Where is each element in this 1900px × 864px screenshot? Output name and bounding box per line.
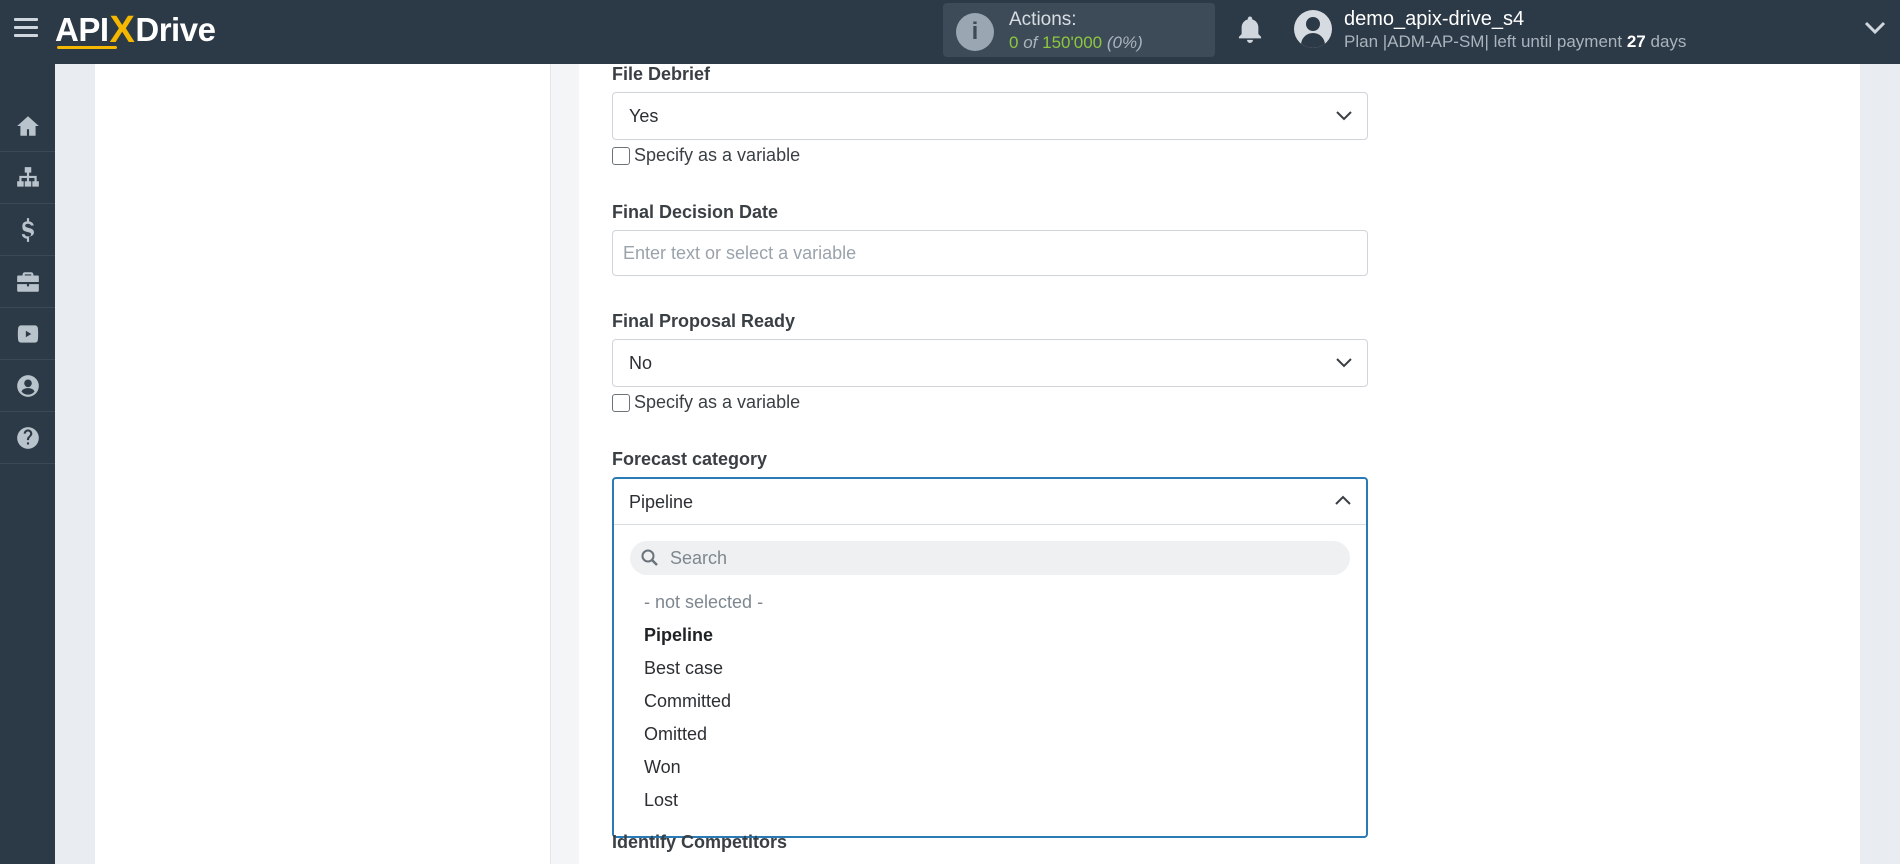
logo-underline [57, 46, 117, 49]
actions-value: 0 of 150'000 (0%) [1009, 33, 1143, 53]
sidebar-item-connections[interactable] [0, 152, 55, 204]
sidebar-item-videos[interactable] [0, 308, 55, 360]
final-proposal-ready-variable-label: Specify as a variable [634, 392, 801, 412]
briefcase-icon [16, 271, 39, 292]
dropdown-search[interactable] [630, 541, 1350, 575]
file-debrief-label: File Debrief [612, 64, 711, 84]
final-decision-date-label: Final Decision Date [612, 202, 779, 222]
actions-of: of [1023, 33, 1038, 52]
identify-competitors-label: Identify Competitors [612, 832, 788, 852]
sidebar-item-help[interactable] [0, 412, 55, 464]
youtube-icon [17, 324, 38, 343]
user-circle-icon [16, 374, 39, 397]
dropdown-option[interactable]: Best case [644, 657, 763, 690]
plan-text: Plan |ADM-AP-SM| left until payment [1344, 32, 1623, 51]
left-panel [95, 64, 551, 864]
chevron-down-icon [1336, 358, 1352, 368]
sitemap-icon [16, 166, 39, 187]
actions-percent: (0%) [1106, 33, 1143, 52]
info-icon: i [956, 13, 994, 51]
actions-counter[interactable]: i Actions: 0 of 150'000 (0%) [943, 3, 1215, 57]
actions-total: 150'000 [1042, 33, 1103, 52]
forecast-category-value: Pipeline [629, 492, 694, 512]
logo-text-left: API [55, 11, 109, 48]
dropdown-option[interactable]: Won [644, 756, 763, 789]
avatar[interactable] [1294, 10, 1332, 48]
sidebar-item-profile[interactable] [0, 360, 55, 412]
final-decision-date-input[interactable] [612, 230, 1368, 276]
final-proposal-ready-select[interactable]: No [612, 339, 1368, 387]
chevron-up-icon [1335, 495, 1351, 505]
actions-label: Actions: [1009, 9, 1077, 30]
menu-icon[interactable] [14, 18, 38, 38]
help-circle-icon [16, 426, 39, 449]
top-bar: API X Drive i Actions: 0 of 150'000 (0%) d… [0, 0, 1900, 64]
dropdown-option[interactable]: Omitted [644, 723, 763, 756]
sidebar-item-projects[interactable] [0, 256, 55, 308]
plan-info: Plan |ADM-AP-SM| left until payment 27 d… [1344, 32, 1686, 52]
forecast-category-select[interactable]: Pipeline [614, 479, 1366, 525]
file-debrief-variable-checkbox[interactable] [612, 146, 630, 165]
logo[interactable]: API X Drive [55, 9, 216, 51]
sidebar-item-home[interactable] [0, 100, 55, 152]
days-unit: days [1650, 32, 1687, 51]
chevron-down-icon [1336, 111, 1352, 121]
final-proposal-ready-variable-checkbox[interactable] [612, 393, 630, 412]
file-debrief-variable-label: Specify as a variable [634, 145, 801, 165]
home-icon [16, 115, 39, 136]
dropdown-option[interactable]: Lost [644, 789, 763, 822]
dropdown-options: - not selected - Pipeline Best case Committ… [644, 591, 763, 822]
dropdown-option[interactable]: Committed [644, 690, 763, 723]
form-gutter [551, 64, 579, 864]
forecast-category-label: Forecast category [612, 449, 768, 469]
actions-used: 0 [1009, 33, 1019, 52]
sidebar-item-billing[interactable] [0, 204, 55, 256]
bell-icon[interactable] [1235, 14, 1265, 46]
sidebar [0, 64, 55, 864]
file-debrief-variable-option[interactable]: Specify as a variable [612, 145, 800, 166]
days-left: 27 [1626, 32, 1646, 51]
user-name[interactable]: demo_apix-drive_s4 [1344, 8, 1524, 31]
final-proposal-ready-variable-option[interactable]: Specify as a variable [612, 392, 800, 413]
final-proposal-ready-value: No [629, 353, 653, 373]
chevron-down-icon[interactable] [1864, 20, 1886, 36]
file-debrief-value: Yes [629, 106, 659, 126]
dollar-icon [21, 217, 34, 242]
final-proposal-ready-label: Final Proposal Ready [612, 311, 796, 331]
dropdown-option[interactable]: Pipeline [644, 624, 763, 657]
search-icon [641, 549, 658, 566]
logo-text-right: Drive [135, 11, 216, 48]
dropdown-option[interactable]: - not selected - [644, 591, 763, 624]
file-debrief-select[interactable]: Yes [612, 92, 1368, 140]
dropdown-search-input[interactable] [670, 544, 1330, 572]
forecast-category-dropdown: Pipeline - not selected -PipelineBest ca… [612, 477, 1368, 838]
